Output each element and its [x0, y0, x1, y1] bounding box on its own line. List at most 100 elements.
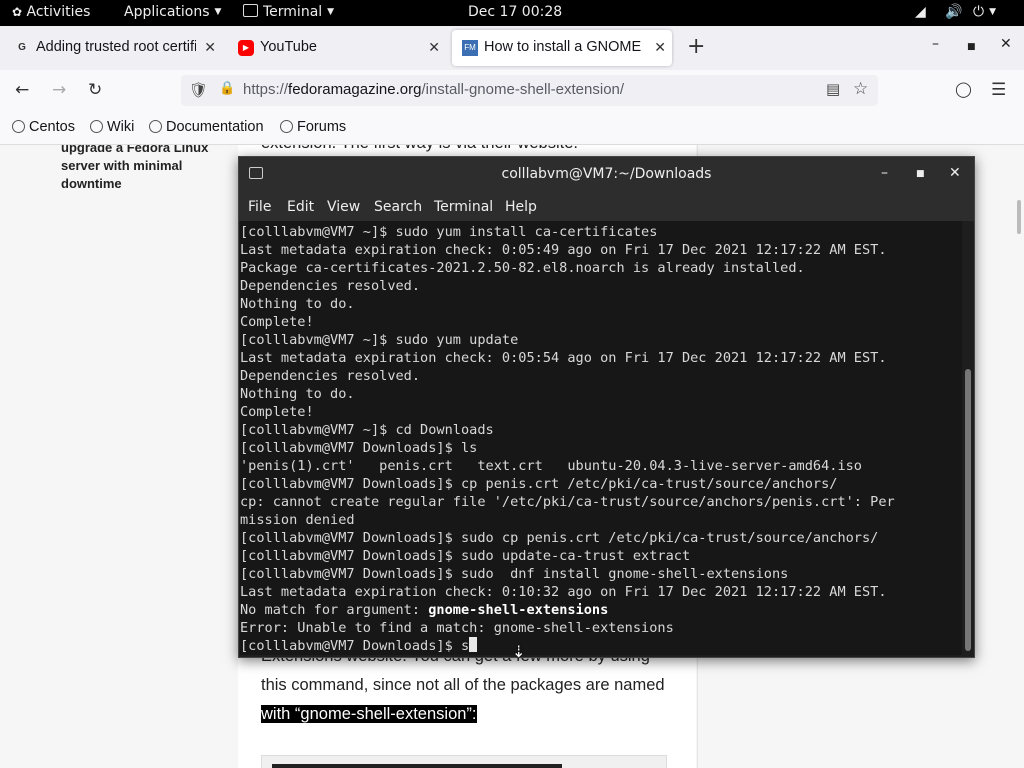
reload-icon[interactable]: ↻	[88, 80, 102, 100]
terminal-line: [colllabvm@VM7 ~]$ sudo yum install ca-c…	[240, 224, 658, 240]
terminal-line: Last metadata expiration check: 0:10:32 …	[240, 584, 887, 600]
article-text-line: this command, since not all of the packa…	[261, 676, 665, 694]
terminal-line: Complete!	[240, 314, 314, 330]
maximize-icon[interactable]: ■	[916, 169, 925, 179]
hamburger-menu-icon[interactable]: ☰	[991, 80, 1006, 100]
url-bar[interactable]: 🛡 🔒 https://fedoramagazine.org/install-g…	[181, 75, 878, 106]
scrollbar-thumb[interactable]	[1017, 200, 1021, 234]
terminal-prompt-line: [colllabvm@VM7 Downloads]$ s	[240, 637, 895, 655]
article-text-line: with “gnome-shell-extension”:	[261, 705, 477, 724]
applications-menu[interactable]: Applications ▼	[124, 4, 221, 20]
text-cursor	[469, 637, 478, 652]
terminal-line: [colllabvm@VM7 Downloads]$ cp penis.crt …	[240, 476, 838, 492]
page-scrollbar[interactable]	[1015, 145, 1024, 768]
close-tab-icon[interactable]: ✕	[428, 39, 440, 56]
close-tab-icon[interactable]: ✕	[204, 39, 216, 56]
tab-youtube[interactable]: ▶ YouTube ✕	[228, 30, 446, 66]
bookmark-wiki[interactable]: Wiki	[90, 119, 134, 135]
scrollbar-thumb[interactable]	[965, 369, 971, 651]
site-favicon: G	[18, 42, 26, 53]
fedora-magazine-favicon: FM	[462, 40, 478, 56]
bookmark-documentation[interactable]: Documentation	[149, 119, 264, 135]
tab-adding-trusted-root[interactable]: G Adding trusted root certifi ✕	[4, 30, 222, 66]
globe-icon	[90, 120, 103, 133]
new-tab-plus-icon[interactable]: +	[687, 34, 705, 59]
terminal-app-menu[interactable]: Terminal ▼	[243, 4, 334, 20]
forward-arrow-icon[interactable]: →	[52, 80, 66, 100]
terminal-line: 'penis(1).crt' penis.crt text.crt ubuntu…	[240, 458, 862, 474]
applications-label: Applications	[124, 4, 210, 20]
terminal-line-nomatch: No match for argument: gnome-shell-exten…	[240, 601, 895, 619]
bookmark-centos[interactable]: Centos	[12, 119, 75, 135]
menu-terminal[interactable]: Terminal	[434, 199, 493, 215]
back-arrow-icon[interactable]: ←	[15, 80, 29, 100]
minimize-window-icon[interactable]: –	[932, 36, 939, 52]
terminal-line: Last metadata expiration check: 0:05:49 …	[240, 242, 887, 258]
pocket-icon[interactable]: ◯	[955, 80, 972, 98]
clock[interactable]: Dec 17 00:28	[468, 4, 562, 20]
terminal-menubar: File Edit View Search Terminal Help	[239, 193, 974, 221]
bookmark-label: Documentation	[166, 119, 264, 135]
globe-icon	[12, 120, 25, 133]
menu-search[interactable]: Search	[374, 199, 422, 215]
terminal-label: Terminal	[263, 4, 323, 20]
tab-title: How to install a GNOME S	[484, 39, 644, 55]
terminal-line: Nothing to do.	[240, 296, 355, 312]
lock-icon[interactable]: 🔒	[219, 81, 235, 96]
tab-strip: G Adding trusted root certifi ✕ ▶ YouTub…	[0, 26, 1024, 70]
prompt-text: [colllabvm@VM7 Downloads]$ s	[240, 638, 470, 654]
terminal-line: cp: cannot create regular file '/etc/pki…	[240, 494, 895, 510]
related-article-link[interactable]: upgrade a Fedora Linux server with minim…	[61, 145, 221, 193]
chevron-down-icon: ▼	[327, 7, 335, 17]
power-icon[interactable]: ⏻ ▼	[973, 4, 996, 20]
menu-edit[interactable]: Edit	[287, 199, 314, 215]
terminal-lines: [colllabvm@VM7 ~]$ sudo yum install ca-c…	[240, 223, 895, 655]
volume-icon[interactable]: 🔊	[945, 4, 962, 20]
chevron-down-icon: ▼	[214, 7, 222, 17]
maximize-window-icon[interactable]: ■	[967, 42, 976, 52]
minimize-icon[interactable]: –	[881, 165, 888, 181]
globe-icon	[149, 120, 162, 133]
menu-view[interactable]: View	[327, 199, 360, 215]
terminal-line: Error: Unable to find a match: gnome-she…	[240, 620, 674, 636]
url-path: /install-gnome-shell-extension/	[421, 81, 625, 98]
tracking-shield-icon[interactable]: 🛡	[189, 81, 208, 99]
terminal-line: [colllabvm@VM7 ~]$ cd Downloads	[240, 422, 494, 438]
reader-view-icon[interactable]: ▤	[826, 80, 840, 98]
terminal-line: Package ca-certificates-2021.2.50-82.el8…	[240, 260, 805, 276]
code-block	[261, 755, 667, 768]
terminal-line: [colllabvm@VM7 Downloads]$ sudo update-c…	[240, 548, 691, 564]
selected-text: with “gnome-shell-extension”:	[261, 705, 477, 723]
bookmark-label: Forums	[297, 119, 347, 135]
activities-button[interactable]: ✿ Activities	[12, 4, 90, 20]
close-icon[interactable]: ✕	[949, 165, 961, 181]
terminal-scrollbar[interactable]	[963, 221, 973, 655]
bookmark-star-icon[interactable]: ☆	[853, 79, 868, 99]
bookmark-label: Wiki	[107, 119, 135, 135]
menu-file[interactable]: File	[248, 199, 271, 215]
terminal-window: colllabvm@VM7:~/Downloads – ■ ✕ File Edi…	[238, 156, 975, 658]
terminal-title: colllabvm@VM7:~/Downloads	[501, 166, 712, 182]
menu-help[interactable]: Help	[505, 199, 537, 215]
close-window-icon[interactable]: ✕	[1000, 36, 1012, 52]
close-tab-icon[interactable]: ✕	[654, 39, 666, 56]
terminal-line: [colllabvm@VM7 Downloads]$ ls	[240, 440, 478, 456]
network-icon[interactable]: ◢	[915, 4, 926, 20]
url-host: fedoramagazine.org	[288, 81, 422, 98]
tab-title: Adding trusted root certifi	[36, 39, 196, 55]
url-scheme: https://	[243, 81, 289, 98]
terminal-line: [colllabvm@VM7 Downloads]$ sudo dnf inst…	[240, 566, 789, 582]
terminal-output[interactable]: [colllabvm@VM7 ~]$ sudo yum install ca-c…	[240, 221, 962, 655]
bookmark-forums[interactable]: Forums	[280, 119, 346, 135]
nomatch-argument: gnome-shell-extensions	[428, 602, 609, 618]
tab-install-gnome[interactable]: FM How to install a GNOME S ✕	[452, 30, 672, 66]
url-text[interactable]: https://fedoramagazine.org/install-gnome…	[243, 81, 624, 98]
terminal-line: mission denied	[240, 512, 355, 528]
terminal-line: Dependencies resolved.	[240, 278, 421, 294]
terminal-titlebar[interactable]: colllabvm@VM7:~/Downloads – ■ ✕	[239, 157, 974, 193]
globe-icon	[280, 120, 293, 133]
bookmark-label: Centos	[29, 119, 75, 135]
terminal-line: [colllabvm@VM7 ~]$ sudo yum update	[240, 332, 519, 348]
nomatch-prefix: No match for argument:	[240, 602, 429, 618]
activities-label: Activities	[26, 4, 91, 20]
